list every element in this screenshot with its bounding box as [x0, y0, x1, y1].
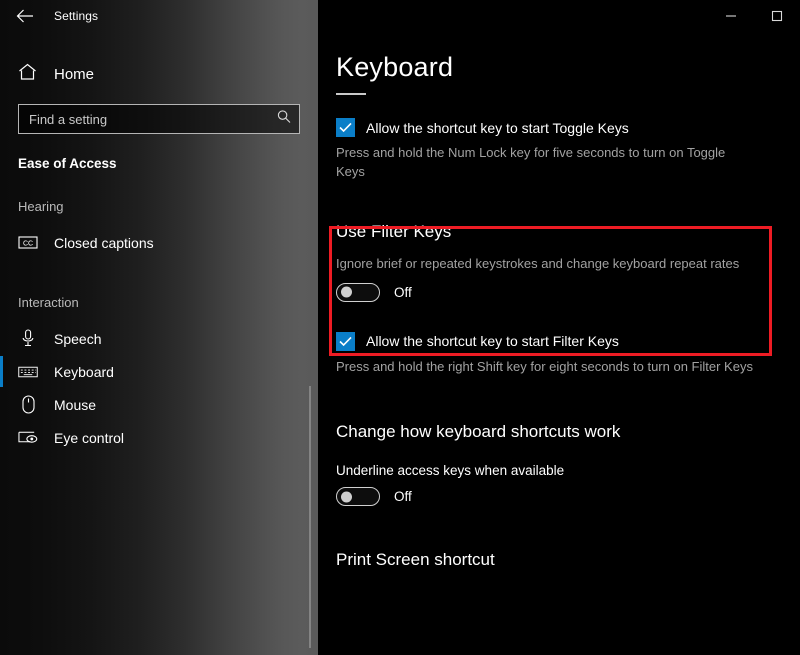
sidebar-group-hearing-label: Hearing: [18, 199, 64, 214]
sidebar-item-label: Eye control: [54, 429, 125, 446]
sidebar-scrollbar[interactable]: [309, 386, 311, 648]
window-controls: [708, 0, 800, 32]
sidebar-item-speech[interactable]: Speech: [0, 322, 318, 355]
sidebar-item-mouse[interactable]: Mouse: [0, 388, 318, 421]
sidebar-item-eye-control[interactable]: Eye control: [0, 421, 318, 454]
sidebar-item-label: Closed captions: [54, 234, 154, 251]
sidebar-group-interaction-label: Interaction: [18, 295, 79, 310]
filter-keys-toggle-row: Off: [336, 282, 788, 302]
home-label: Home: [54, 65, 95, 83]
sidebar-item-closed-captions[interactable]: CC Closed captions: [0, 226, 318, 259]
sidebar: Settings Home Ease of Access Hearing: [0, 0, 318, 655]
sidebar-item-label: Keyboard: [54, 363, 114, 380]
filter-keys-heading: Use Filter Keys: [336, 221, 452, 241]
toggle-keys-shortcut-checkbox-row[interactable]: Allow the shortcut key to start Toggle K…: [336, 118, 788, 137]
shortcuts-section-heading: Change how keyboard shortcuts work: [336, 422, 621, 442]
settings-list: Allow the shortcut key to start Toggle K…: [336, 118, 788, 570]
sidebar-titlebar: Settings: [0, 0, 318, 32]
underline-access-keys-toggle-row: Off: [336, 487, 788, 507]
filter-keys-shortcut-label: Allow the shortcut key to start Filter K…: [366, 333, 619, 350]
page-title: Keyboard: [336, 52, 454, 82]
search-input[interactable]: [19, 105, 299, 133]
print-screen-section-heading: Print Screen shortcut: [336, 550, 495, 570]
filter-keys-shortcut-checkbox-row[interactable]: Allow the shortcut key to start Filter K…: [336, 331, 788, 351]
keyboard-icon: [18, 365, 38, 379]
checkbox-checked-icon[interactable]: [336, 331, 355, 351]
title-underline: [336, 93, 366, 95]
sidebar-item-home[interactable]: Home: [0, 61, 318, 87]
app-title: Settings: [54, 9, 99, 23]
microphone-icon: [18, 329, 38, 348]
toggle-knob: [341, 286, 352, 298]
maximize-button[interactable]: [754, 0, 800, 32]
filter-keys-description: Ignore brief or repeated keystrokes and …: [336, 255, 740, 271]
filter-keys-toggle-state: Off: [394, 284, 412, 300]
settings-window: Settings Home Ease of Access Hearing: [0, 0, 800, 655]
filter-keys-shortcut-description: Press and hold the right Shift key for e…: [336, 358, 753, 374]
sidebar-item-keyboard[interactable]: Keyboard: [0, 355, 318, 388]
mouse-icon: [18, 395, 38, 414]
underline-access-keys-label: Underline access keys when available: [336, 463, 565, 479]
toggle-keys-description: Press and hold the Num Lock key for five…: [336, 145, 726, 179]
filter-keys-toggle[interactable]: [336, 282, 380, 302]
toggle-knob: [341, 491, 352, 503]
search-box[interactable]: [18, 104, 300, 134]
main-content: Keyboard Allow the shortcut key to start…: [318, 0, 800, 655]
underline-access-keys-toggle[interactable]: [336, 487, 380, 507]
home-icon: [18, 63, 37, 86]
back-arrow-icon[interactable]: [14, 5, 36, 27]
sidebar-item-label: Mouse: [54, 396, 97, 413]
eye-control-icon: [18, 430, 38, 445]
sidebar-item-label: Speech: [54, 330, 102, 347]
sidebar-category-title: Ease of Access: [18, 156, 117, 171]
minimize-button[interactable]: [708, 0, 754, 32]
svg-text:CC: CC: [23, 241, 33, 248]
closed-captions-icon: CC: [18, 235, 38, 250]
toggle-keys-shortcut-label: Allow the shortcut key to start Toggle K…: [366, 119, 629, 136]
checkbox-checked-icon[interactable]: [336, 118, 355, 137]
underline-access-keys-toggle-state: Off: [394, 489, 412, 505]
